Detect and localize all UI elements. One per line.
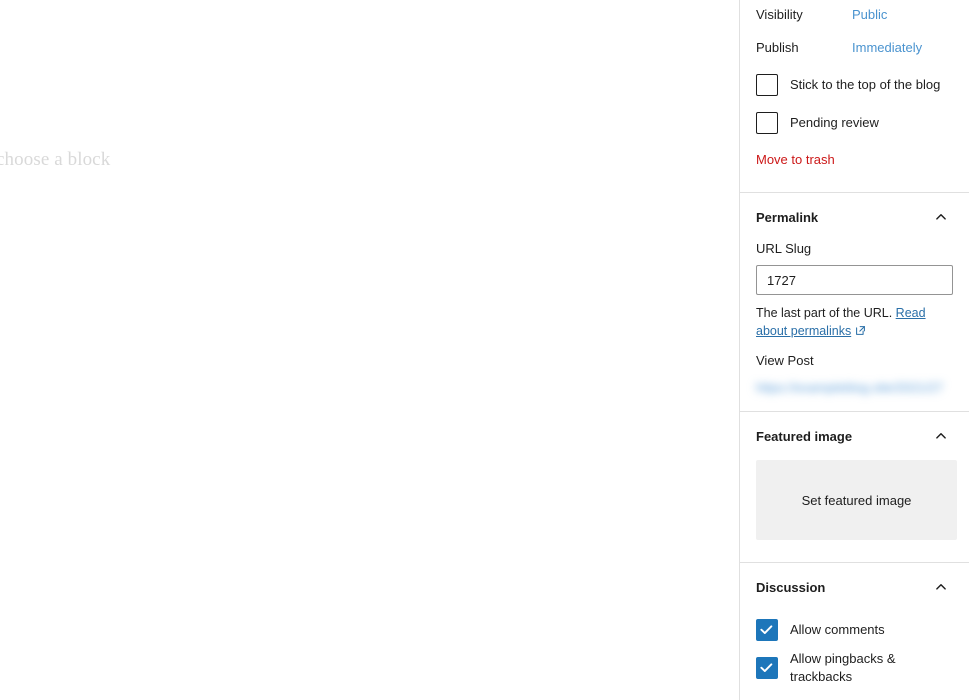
- allow-comments-row[interactable]: Allow comments: [756, 611, 953, 649]
- visibility-value-button[interactable]: Public: [852, 6, 887, 24]
- featured-image-panel-header[interactable]: Featured image: [756, 412, 953, 460]
- external-link-icon: [854, 324, 867, 342]
- permalink-help-prefix: The last part of the URL.: [756, 306, 893, 320]
- permalink-panel-header[interactable]: Permalink: [756, 193, 953, 241]
- chevron-up-icon[interactable]: [929, 205, 953, 229]
- post-settings-sidebar: Visibility Public Publish Immediately St…: [739, 0, 969, 700]
- editor-canvas[interactable]: choose a block: [0, 0, 739, 700]
- discussion-panel: Discussion Allow comments Allow pingback…: [740, 563, 969, 700]
- chevron-up-icon[interactable]: [929, 424, 953, 448]
- visibility-row: Visibility Public: [756, 0, 953, 30]
- url-slug-label: URL Slug: [756, 241, 812, 256]
- chevron-up-icon[interactable]: [929, 575, 953, 599]
- allow-pingbacks-row[interactable]: Allow pingbacks & trackbacks: [756, 649, 953, 687]
- sticky-post-label[interactable]: Stick to the top of the blog: [790, 76, 940, 94]
- status-visibility-panel: Visibility Public Publish Immediately St…: [740, 0, 969, 193]
- view-post-label: View Post: [756, 353, 814, 368]
- publish-row: Publish Immediately: [756, 30, 953, 66]
- featured-image-panel: Featured image Set featured image: [740, 412, 969, 563]
- discussion-panel-title: Discussion: [756, 579, 826, 595]
- move-to-trash-row: Move to trash: [756, 142, 953, 176]
- set-featured-image-button[interactable]: Set featured image: [756, 460, 957, 540]
- discussion-panel-header[interactable]: Discussion: [756, 563, 953, 611]
- publish-value-button[interactable]: Immediately: [852, 39, 922, 57]
- move-to-trash-button[interactable]: Move to trash: [756, 152, 835, 167]
- post-permalink-url[interactable]: https://exampleblog.site/2021/27: [756, 379, 953, 397]
- sticky-post-checkbox[interactable]: [756, 74, 778, 96]
- allow-comments-checkbox[interactable]: [756, 619, 778, 641]
- permalink-help-text: The last part of the URL. Read about per…: [756, 304, 953, 342]
- url-slug-input[interactable]: [756, 265, 953, 295]
- allow-comments-label[interactable]: Allow comments: [790, 621, 885, 639]
- permalink-panel: Permalink URL Slug The last part of the …: [740, 193, 969, 412]
- pending-review-row[interactable]: Pending review: [756, 104, 953, 142]
- featured-image-panel-title: Featured image: [756, 428, 853, 444]
- permalink-panel-title: Permalink: [756, 209, 819, 225]
- visibility-label: Visibility: [756, 7, 803, 22]
- block-placeholder-text[interactable]: choose a block: [0, 148, 110, 172]
- allow-pingbacks-label[interactable]: Allow pingbacks & trackbacks: [790, 650, 953, 686]
- allow-pingbacks-checkbox[interactable]: [756, 657, 778, 679]
- pending-review-checkbox[interactable]: [756, 112, 778, 134]
- sticky-post-row[interactable]: Stick to the top of the blog: [756, 66, 953, 104]
- publish-label: Publish: [756, 40, 799, 55]
- pending-review-label[interactable]: Pending review: [790, 114, 879, 132]
